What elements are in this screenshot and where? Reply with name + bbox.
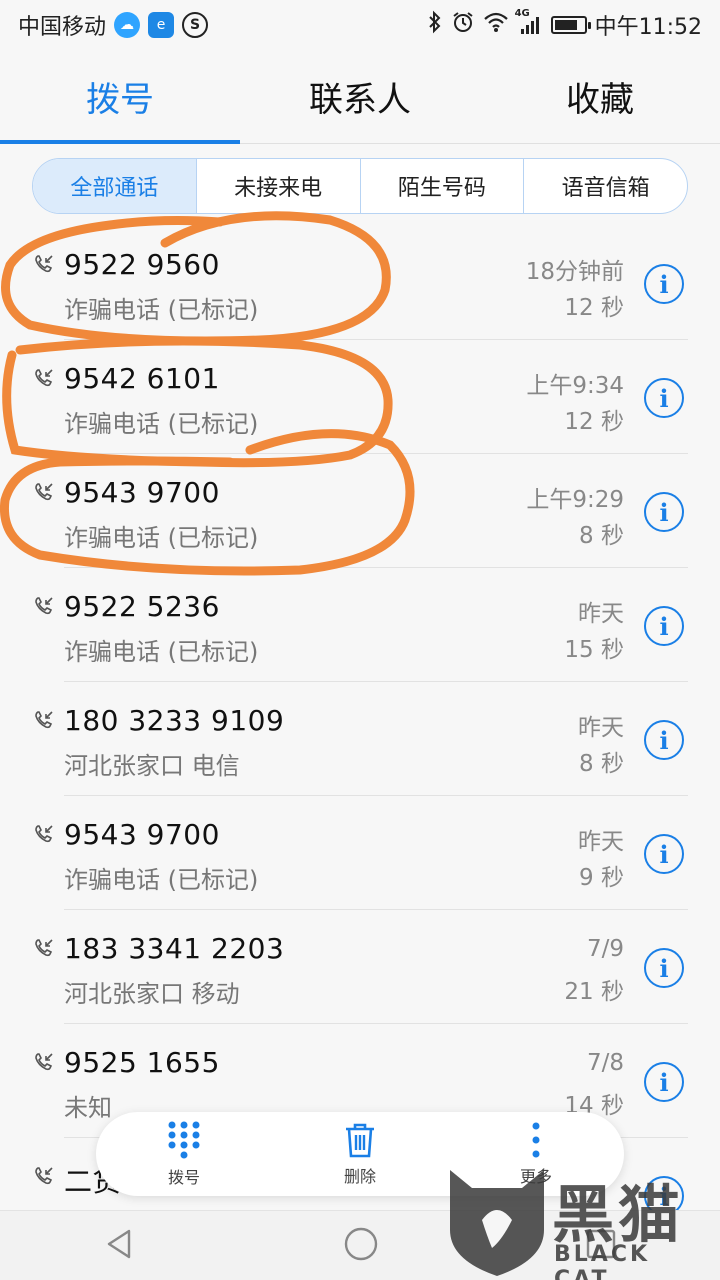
dial-button[interactable]: 拨号 — [96, 1112, 272, 1196]
call-time: 18分钟前 — [525, 259, 624, 285]
dial-label: 拨号 — [167, 1168, 200, 1187]
wifi-icon — [483, 11, 509, 39]
call-duration: 21 秒 — [564, 979, 624, 1005]
call-label: 河北张家口 电信 — [64, 752, 240, 780]
incoming-call-icon — [35, 711, 53, 729]
call-number: 9522 9560 — [64, 248, 220, 281]
info-icon[interactable]: i — [644, 264, 684, 304]
tab-contacts[interactable]: 联系人 — [240, 50, 480, 143]
filter-voicemail[interactable]: 语音信箱 — [523, 159, 687, 213]
tab-favorites[interactable]: 收藏 — [480, 50, 720, 143]
incoming-call-icon — [35, 939, 53, 957]
call-time: 上午9:34 — [526, 373, 624, 399]
call-log-row[interactable]: 9522 9560 诈骗电话 (已标记) 18分钟前 12 秒 i — [0, 226, 720, 340]
info-icon[interactable]: i — [644, 378, 684, 418]
watermark-subtext: BLACK CAT — [554, 1242, 651, 1280]
home-icon[interactable] — [343, 1226, 379, 1266]
call-time: 7/8 — [586, 1050, 624, 1076]
dialpad-icon — [168, 1121, 200, 1159]
call-time: 昨天 — [578, 601, 624, 627]
call-duration: 8 秒 — [579, 523, 624, 549]
call-time: 7/9 — [586, 936, 624, 962]
app-notification-icon: e — [148, 12, 175, 38]
call-label: 诈骗电话 (已标记) — [64, 296, 259, 324]
tab-dialer[interactable]: 拨号 — [0, 50, 240, 144]
incoming-call-icon — [35, 1167, 53, 1185]
incoming-call-icon — [35, 255, 53, 273]
info-icon[interactable]: i — [644, 606, 684, 646]
call-number: 180 3233 9109 — [64, 704, 285, 737]
call-label: 河北张家口 移动 — [64, 980, 240, 1008]
signal-icon: 4G — [515, 8, 543, 36]
battery-icon — [550, 16, 591, 34]
incoming-call-icon — [35, 597, 53, 615]
cloud-icon: ☁ — [114, 12, 141, 38]
call-log-row[interactable]: 9522 5236 诈骗电话 (已标记) 昨天 15 秒 i — [0, 568, 720, 682]
call-log-row[interactable]: 183 3341 2203 河北张家口 移动 7/9 21 秒 i — [0, 910, 720, 1024]
call-number: 9522 5236 — [64, 590, 220, 623]
status-bar: 中国移动 ☁ e S 4G 中午11:52 — [0, 0, 720, 50]
call-time: 昨天 — [578, 715, 624, 741]
call-number: 9543 9700 — [64, 818, 220, 851]
call-duration: 12 秒 — [564, 295, 624, 321]
call-label: 诈骗电话 (已标记) — [64, 524, 259, 552]
black-cat-logo-icon — [450, 1170, 544, 1276]
call-number: 9525 1655 — [64, 1046, 220, 1079]
call-label: 诈骗电话 (已标记) — [64, 866, 259, 894]
call-time: 昨天 — [578, 829, 624, 855]
call-filter: 全部通话 未接来电 陌生号码 语音信箱 — [32, 158, 688, 214]
clock: 中午11:52 — [594, 15, 702, 40]
black-cat-watermark: 黑猫 BLACK CAT — [442, 1160, 712, 1280]
call-duration: 9 秒 — [579, 865, 624, 891]
call-label: 诈骗电话 (已标记) — [64, 410, 259, 438]
info-icon[interactable]: i — [644, 1062, 684, 1102]
filter-missed-calls[interactable]: 未接来电 — [195, 159, 360, 213]
call-number: 183 3341 2203 — [64, 932, 285, 965]
watermark-text: 黑猫 — [552, 1178, 685, 1251]
network-type: 4G — [514, 8, 530, 19]
filter-unknown-numbers[interactable]: 陌生号码 — [359, 159, 524, 213]
delete-label: 删除 — [343, 1167, 376, 1186]
info-icon[interactable]: i — [644, 834, 684, 874]
delete-button[interactable]: 删除 — [272, 1112, 448, 1196]
incoming-call-icon — [35, 1053, 53, 1071]
call-log-row[interactable]: 9542 6101 诈骗电话 (已标记) 上午9:34 12 秒 i — [0, 340, 720, 454]
call-log-row[interactable]: 9543 9700 诈骗电话 (已标记) 昨天 9 秒 i — [0, 796, 720, 910]
call-number: 9543 9700 — [64, 476, 220, 509]
bluetooth-icon — [427, 10, 443, 40]
incoming-call-icon — [35, 369, 53, 387]
info-icon[interactable]: i — [644, 948, 684, 988]
main-tabs: 拨号 联系人 收藏 — [0, 50, 720, 144]
call-log-row[interactable]: 180 3233 9109 河北张家口 电信 昨天 8 秒 i — [0, 682, 720, 796]
call-log-row[interactable]: 9543 9700 诈骗电话 (已标记) 上午9:29 8 秒 i — [0, 454, 720, 568]
filter-all-calls[interactable]: 全部通话 — [33, 159, 196, 213]
info-icon[interactable]: i — [644, 492, 684, 532]
alarm-icon — [451, 10, 475, 40]
carrier-name: 中国移动 — [18, 15, 107, 40]
call-label: 诈骗电话 (已标记) — [64, 638, 259, 666]
sogou-icon: S — [182, 12, 209, 38]
call-number: 9542 6101 — [64, 362, 220, 395]
incoming-call-icon — [35, 825, 53, 843]
more-vertical-icon — [532, 1122, 540, 1158]
call-duration: 8 秒 — [579, 751, 624, 777]
info-icon[interactable]: i — [644, 720, 684, 760]
call-time: 上午9:29 — [526, 487, 624, 513]
incoming-call-icon — [35, 483, 53, 501]
trash-icon — [346, 1123, 374, 1158]
call-log-list: 9522 9560 诈骗电话 (已标记) 18分钟前 12 秒 i 9542 6… — [0, 226, 720, 1252]
back-icon[interactable] — [103, 1227, 137, 1265]
call-duration: 12 秒 — [564, 409, 624, 435]
call-duration: 15 秒 — [564, 637, 624, 663]
